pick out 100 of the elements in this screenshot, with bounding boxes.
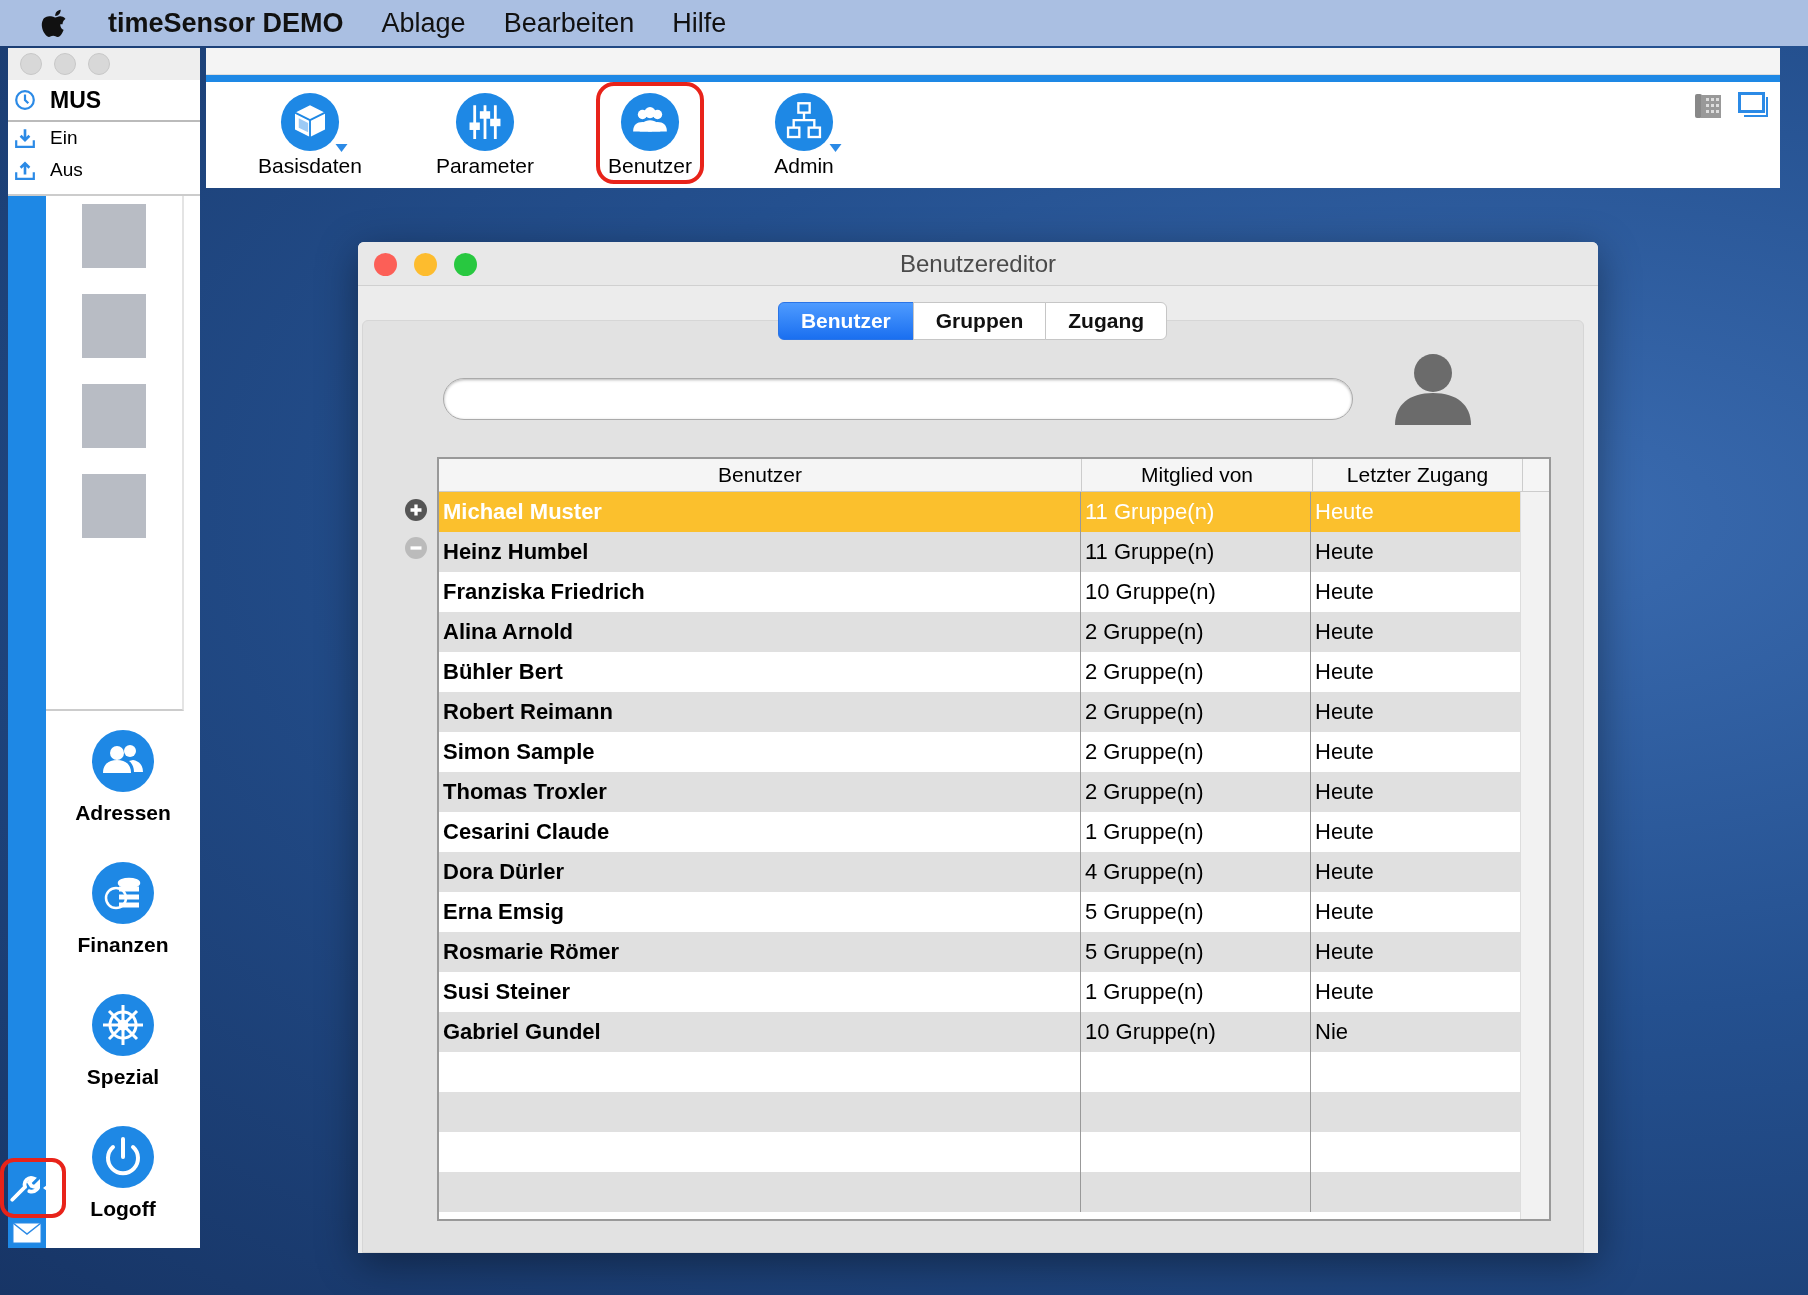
phone-icon[interactable]: [1694, 92, 1722, 120]
nav-button[interactable]: Finanzen: [77, 861, 169, 957]
table-cell: 2 Gruppe(n): [1085, 699, 1204, 725]
table-cell: Dora Dürler: [443, 859, 565, 885]
table-cell: Heinz Humbel: [443, 539, 589, 565]
table-cell: Heute: [1315, 539, 1374, 565]
scroll-track[interactable]: [1520, 492, 1549, 1219]
table-cell: Heute: [1315, 979, 1374, 1005]
sliders-icon: [454, 92, 515, 152]
tools-toggle[interactable]: [0, 1158, 66, 1218]
close-button[interactable]: [374, 253, 397, 276]
clock-icon: [14, 89, 36, 111]
table-cell: 10 Gruppe(n): [1085, 579, 1216, 605]
table-cell: Heute: [1315, 499, 1374, 525]
table-cell: Heute: [1315, 699, 1374, 725]
window-button[interactable]: [20, 53, 42, 75]
table-row[interactable]: Rosmarie Römer 5 Gruppe(n) Heute: [439, 932, 1520, 972]
table-cell: Heute: [1315, 739, 1374, 765]
table-cell: Franziska Friedrich: [443, 579, 645, 605]
upload-icon: [14, 159, 36, 181]
table-cell: 4 Gruppe(n): [1085, 859, 1204, 885]
toolbar-button[interactable]: Benutzer: [595, 82, 704, 184]
clock-action[interactable]: Aus: [8, 154, 200, 186]
tab[interactable]: Gruppen: [912, 302, 1047, 340]
table-cell: 1 Gruppe(n): [1085, 979, 1204, 1005]
table-cell: 5 Gruppe(n): [1085, 939, 1204, 965]
photo-placeholder[interactable]: [82, 474, 146, 538]
table-cell: 2 Gruppe(n): [1085, 619, 1204, 645]
table-cell: Heute: [1315, 619, 1374, 645]
remove-button[interactable]: [405, 537, 427, 559]
clock-action[interactable]: Ein: [8, 122, 200, 154]
table-row[interactable]: Thomas Troxler 2 Gruppe(n) Heute: [439, 772, 1520, 812]
app-name-menu[interactable]: timeSensor DEMO: [108, 7, 344, 39]
table-cell: 2 Gruppe(n): [1085, 779, 1204, 805]
table-cell: Susi Steiner: [443, 979, 571, 1005]
table-row[interactable]: Robert Reimann 2 Gruppe(n) Heute: [439, 692, 1520, 732]
toolbar-button[interactable]: Basisdaten: [246, 82, 374, 184]
menu-item[interactable]: Bearbeiten: [503, 7, 635, 39]
users-icon: [91, 729, 155, 793]
table-row[interactable]: Alina Arnold 2 Gruppe(n) Heute: [439, 612, 1520, 652]
photo-placeholder[interactable]: [82, 384, 146, 448]
table-cell: Heute: [1315, 659, 1374, 685]
apple-icon[interactable]: [40, 7, 68, 39]
table-cell: 1 Gruppe(n): [1085, 819, 1204, 845]
nav-button[interactable]: Spezial: [86, 993, 160, 1089]
column-header[interactable]: Benutzer: [439, 459, 1082, 491]
table-row[interactable]: Dora Dürler 4 Gruppe(n) Heute: [439, 852, 1520, 892]
windows-icon[interactable]: [1738, 92, 1770, 118]
table-cell: Rosmarie Römer: [443, 939, 620, 965]
table-cell: Nie: [1315, 1019, 1348, 1045]
table-cell: 11 Gruppe(n): [1085, 539, 1215, 565]
window-button[interactable]: [54, 53, 76, 75]
table-cell: Michael Muster: [443, 499, 602, 525]
tab[interactable]: Zugang: [1045, 302, 1168, 340]
menu-item[interactable]: Ablage: [381, 7, 466, 39]
nav-button[interactable]: Logoff: [90, 1125, 156, 1221]
window-button[interactable]: [88, 53, 110, 75]
table-cell: 2 Gruppe(n): [1085, 739, 1204, 765]
column-header[interactable]: Letzter Zugang: [1313, 459, 1523, 491]
table-cell: Cesarini Claude: [443, 819, 610, 845]
search-field[interactable]: [443, 378, 1353, 420]
table-cell: Erna Emsig: [443, 899, 565, 925]
table-cell: Gabriel Gundel: [443, 1019, 601, 1045]
nav-button[interactable]: Adressen: [75, 729, 171, 825]
photo-placeholder[interactable]: [82, 204, 146, 268]
power-icon: [91, 1125, 155, 1189]
table-cell: Alina Arnold: [443, 619, 573, 645]
minimize-button[interactable]: [414, 253, 437, 276]
table-cell: 11 Gruppe(n): [1085, 499, 1215, 525]
cube-icon: [279, 92, 340, 152]
table-row[interactable]: Heinz Humbel 11 Gruppe(n) Heute: [439, 532, 1520, 572]
toolbar-button[interactable]: Parameter: [423, 82, 546, 184]
envelope-icon[interactable]: [12, 1222, 42, 1244]
table-cell: 5 Gruppe(n): [1085, 899, 1204, 925]
table-cell: Bühler Bert: [443, 659, 563, 685]
user-code: MUS: [50, 86, 102, 114]
table-cell: Heute: [1315, 899, 1374, 925]
table-cell: 10 Gruppe(n): [1085, 1019, 1216, 1045]
menu-item[interactable]: Hilfe: [672, 7, 727, 39]
table-cell: Heute: [1315, 939, 1374, 965]
table-cell: Simon Sample: [443, 739, 595, 765]
table-cell: Heute: [1315, 819, 1374, 845]
hierarchy-icon: [774, 92, 834, 152]
coins-icon: [91, 861, 155, 925]
table-cell: Heute: [1315, 579, 1374, 605]
window-title: Benutzereditor: [899, 249, 1057, 278]
person-icon: [1393, 353, 1473, 425]
download-icon: [14, 127, 36, 149]
column-header[interactable]: Mitglied von: [1082, 459, 1313, 491]
table-row[interactable]: Gabriel Gundel 10 Gruppe(n) Nie: [439, 1012, 1520, 1052]
wheel-icon: [91, 993, 155, 1057]
tab[interactable]: Benutzer: [777, 302, 914, 340]
zoom-button[interactable]: [454, 253, 477, 276]
users-icon: [620, 92, 680, 152]
table-cell: Heute: [1315, 779, 1374, 805]
toolbar-button[interactable]: Admin: [754, 82, 854, 184]
table-cell: Thomas Troxler: [443, 779, 607, 805]
table-cell: 2 Gruppe(n): [1085, 659, 1204, 685]
photo-placeholder[interactable]: [82, 294, 146, 358]
add-button[interactable]: [405, 499, 427, 521]
